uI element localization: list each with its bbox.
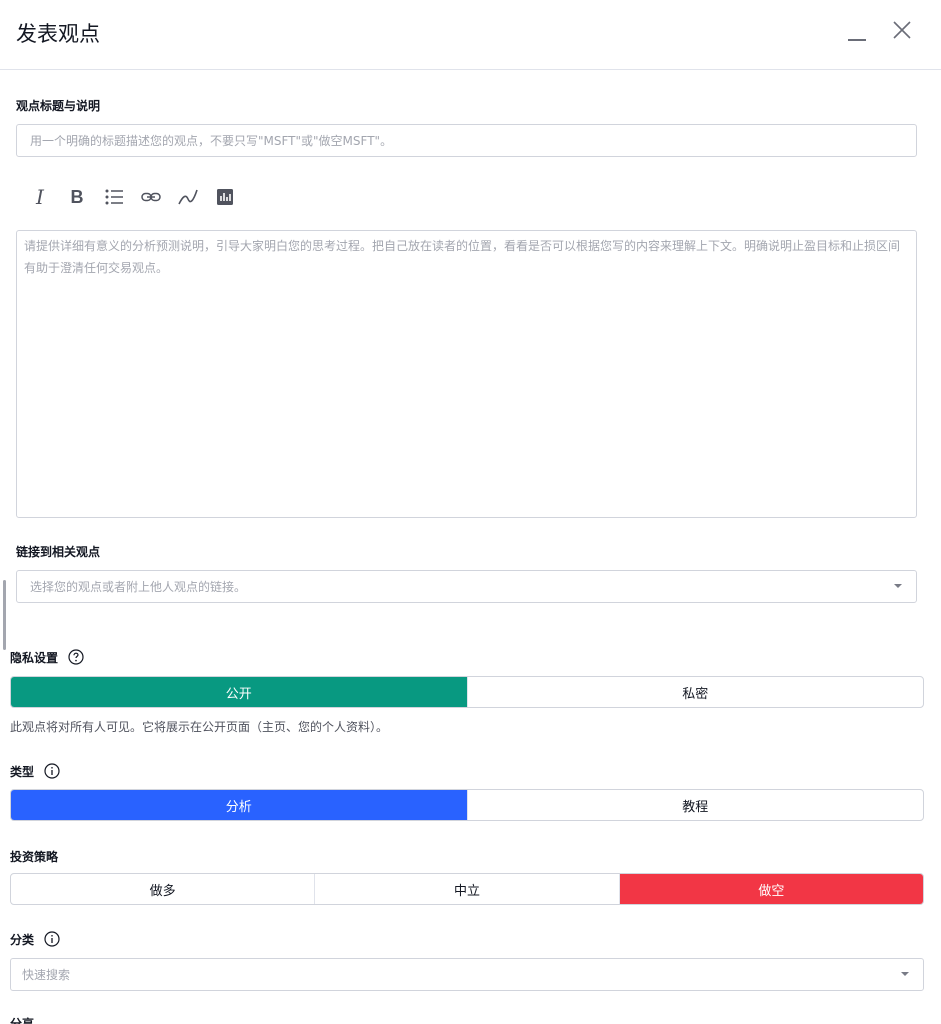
chevron-down-icon bbox=[901, 972, 909, 976]
privacy-public-option[interactable]: 公开 bbox=[11, 677, 468, 707]
privacy-private-option[interactable]: 私密 bbox=[468, 677, 924, 707]
related-select[interactable] bbox=[16, 570, 917, 603]
privacy-toggle: 公开 私密 bbox=[10, 676, 924, 708]
category-label: 分类 bbox=[10, 933, 35, 947]
chart-line-icon[interactable] bbox=[176, 185, 200, 209]
dialog-title: 发表观点 bbox=[16, 22, 100, 46]
privacy-label: 隐私设置 bbox=[10, 651, 59, 665]
type-toggle: 分析 教程 bbox=[10, 789, 924, 821]
category-search-input[interactable] bbox=[11, 959, 923, 990]
strategy-short-option[interactable]: 做空 bbox=[619, 874, 923, 904]
strategy-label: 投资策略 bbox=[10, 850, 59, 864]
info-circle-icon[interactable] bbox=[44, 931, 60, 947]
type-label-row: 类型 bbox=[10, 763, 60, 780]
bold-icon[interactable]: B bbox=[65, 185, 89, 209]
type-analysis-option[interactable]: 分析 bbox=[11, 790, 468, 820]
title-label: 观点标题与说明 bbox=[16, 99, 101, 113]
strategy-neutral-option[interactable]: 中立 bbox=[315, 874, 620, 904]
category-label-row: 分类 bbox=[10, 931, 60, 948]
chevron-down-icon bbox=[894, 584, 902, 588]
title-input[interactable] bbox=[17, 125, 916, 156]
strategy-toggle: 做多 中立 做空 bbox=[10, 873, 924, 905]
privacy-label-row: 隐私设置 bbox=[10, 649, 84, 666]
italic-icon[interactable]: I bbox=[28, 185, 52, 209]
related-label: 链接到相关观点 bbox=[16, 545, 101, 559]
link-icon[interactable] bbox=[139, 185, 163, 209]
type-tutorial-option[interactable]: 教程 bbox=[468, 790, 924, 820]
category-select[interactable] bbox=[10, 958, 924, 991]
minimize-button[interactable] bbox=[846, 24, 868, 44]
chart-bar-icon[interactable] bbox=[213, 185, 237, 209]
share-label: 分享 bbox=[10, 1017, 35, 1024]
close-icon bbox=[893, 21, 911, 39]
privacy-description: 此观点将对所有人可见。它将展示在公开页面（主页、您的个人资料）。 bbox=[10, 720, 389, 734]
scrollbar-handle[interactable] bbox=[3, 580, 6, 650]
list-icon[interactable] bbox=[102, 185, 126, 209]
editor-toolbar: I B bbox=[28, 184, 250, 210]
description-editor-wrap bbox=[16, 230, 917, 518]
title-input-wrap bbox=[16, 124, 917, 157]
close-button[interactable] bbox=[890, 18, 914, 42]
question-circle-icon[interactable] bbox=[68, 649, 84, 665]
info-circle-icon[interactable] bbox=[44, 763, 60, 779]
description-editor[interactable] bbox=[17, 231, 916, 517]
type-label: 类型 bbox=[10, 765, 35, 779]
dialog-header: 发表观点 bbox=[0, 0, 941, 70]
related-input[interactable] bbox=[17, 571, 916, 602]
strategy-long-option[interactable]: 做多 bbox=[11, 874, 316, 904]
